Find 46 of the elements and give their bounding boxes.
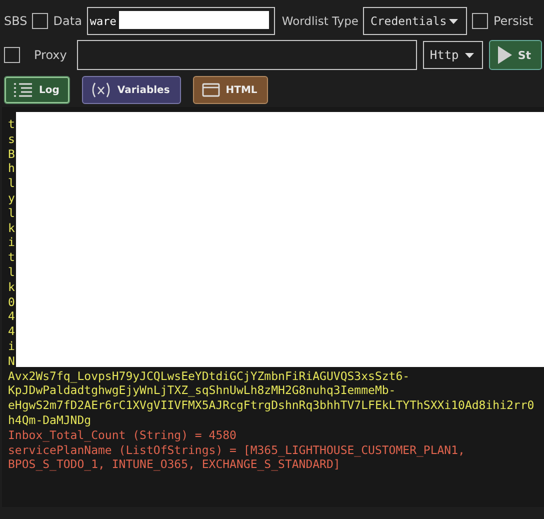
- variable-icon: [91, 82, 112, 98]
- log-line: Avx2Ws7fq_LovpsH79yJCQLwsEeYDtdiGCjYZmbnFiRiAGUVQS3xsSzt6-: [8, 368, 411, 384]
- log-text: l: [8, 176, 15, 191]
- data-field[interactable]: ware: [86, 7, 275, 35]
- log-text: k: [8, 280, 15, 295]
- log-line: servicePlanName (ListOfStrings) = [M365_LIGHTHOUSE_CUSTOMER_PLAN1,: [8, 442, 466, 458]
- data-checkbox[interactable]: [32, 13, 48, 29]
- log-text: t: [8, 250, 15, 265]
- log-line: eHgwS2m7fD2AEr6rC1XVgVIIVFMX5AJRcgFtrgDshnRq3bhhTV7LFEkLTYThSXXi10Ad8ihi2rr0: [8, 398, 536, 413]
- log-text: 4: [8, 309, 15, 324]
- log-text: l: [8, 264, 15, 280]
- log-line: h4Qm-DaMJNDg: [8, 412, 92, 428]
- play-icon: [498, 46, 512, 64]
- log-line: BPOS_S_TODO_1, INTUNE_O365, EXCHANGE_S_STANDARD]: [8, 457, 342, 472]
- caret-icon: [449, 18, 458, 24]
- log-text: y: [8, 190, 15, 206]
- log-text: t: [8, 117, 15, 132]
- start-button[interactable]: St: [488, 40, 542, 70]
- log-text: h: [8, 161, 15, 176]
- tab[interactable]: Log: [4, 76, 70, 104]
- persist-label: Persist: [493, 14, 534, 28]
- log-text: l: [8, 206, 15, 221]
- wordlist-type-select[interactable]: Credentials: [363, 7, 468, 35]
- log-text: N: [8, 354, 15, 369]
- caret-icon: [464, 52, 474, 58]
- sbs-label: SBS: [4, 14, 28, 28]
- tab[interactable]: HTML: [192, 76, 268, 104]
- log-text: B: [8, 146, 15, 162]
- persist-checkbox[interactable]: [472, 13, 488, 29]
- proxy-field[interactable]: [76, 40, 417, 70]
- log-text: i: [8, 235, 15, 250]
- log-text: s: [8, 132, 15, 147]
- window-icon: [202, 83, 220, 97]
- log-text: 4: [8, 324, 15, 339]
- log-text: k: [8, 220, 15, 236]
- proxy-type-select[interactable]: Http: [422, 41, 483, 69]
- list-icon: [13, 82, 33, 98]
- log-line: Inbox_Total_Count (String) = 4580: [8, 428, 238, 443]
- wordlist-type-label: Wordlist Type: [282, 14, 358, 28]
- proxy-label: Proxy: [34, 48, 67, 62]
- log-text: 0: [8, 294, 15, 310]
- proxy-checkbox[interactable]: [4, 47, 20, 63]
- log-line: KpJDwPaldadtghwgEjyWnLjTXZ_sqShnUwLh8zMH2G8nuhq3IemmeMb-: [8, 383, 397, 398]
- log-text: i: [8, 338, 15, 354]
- tab[interactable]: Variables: [82, 76, 181, 104]
- data-label: Data: [53, 14, 82, 28]
